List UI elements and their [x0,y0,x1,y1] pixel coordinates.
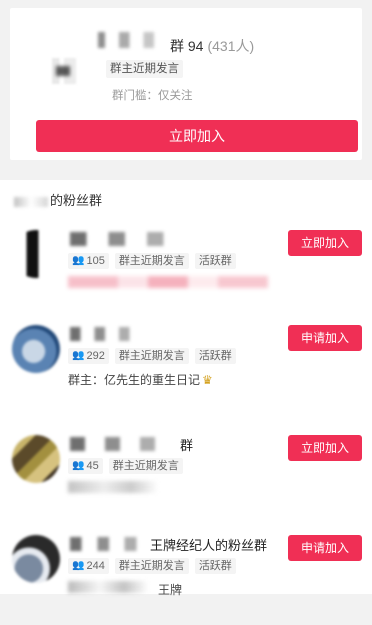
group-owner-text: 群主：亿先生的重生日记 [68,373,201,387]
people-icon: 👥 [72,255,85,266]
people-icon: 👥 [72,460,85,471]
blurred-group-name [98,32,168,48]
member-count: 45 [86,460,99,472]
group-owner-text: 王牌 [158,583,183,597]
member-count: (431人) [207,38,255,54]
owner-recent-post-tag: 群主近期发言 [106,60,183,78]
people-icon: 👥 [72,350,85,361]
group-name-text: 王牌经纪人的粉丝群 [150,538,268,553]
blurred-owner-line [68,581,148,593]
group-tags: 👥 45 群主近期发言 [68,458,183,474]
avatar [12,435,60,483]
tag-label: 群主近期发言 [108,458,183,474]
blurred-creator-name [14,196,48,207]
blurred-group-name [70,537,148,551]
avatar [12,325,60,373]
tag-label: 活跃群 [194,348,236,364]
group-name-text: 群 [180,438,194,453]
member-count: 292 [86,350,105,362]
join-now-button[interactable]: 立即加入 [36,120,358,152]
tag-label: 活跃群 [194,253,236,269]
join-now-button[interactable]: 立即加入 [288,435,362,461]
group-threshold-text: 群门槛：仅关注 [112,90,193,102]
apply-join-button[interactable]: 申请加入 [288,535,362,561]
crown-icon: ♛ [202,373,213,387]
group-owner-line: 群主：亿先生的重生日记 ♛ [68,371,213,388]
tag-label: 群主近期发言 [114,348,189,364]
section-title: 的粉丝群 [14,190,102,209]
blurred-group-name [70,232,180,246]
member-count: 244 [86,560,105,572]
group-tags: 👥 292 群主近期发言 活跃群 [68,348,236,364]
tag-label: 群主近期发言 [114,558,189,574]
list-item[interactable]: 王牌经纪人的粉丝群 👥 244 群主近期发言 活跃群 王牌 申请加入 [0,535,372,625]
list-item[interactable]: 👥 105 群主近期发言 活跃群 立即加入 [0,230,372,320]
list-item[interactable]: 👥 292 群主近期发言 活跃群 群主：亿先生的重生日记 ♛ 申请加入 [0,325,372,415]
blurred-group-name [70,437,170,451]
member-count-tag: 👥 244 [68,558,109,574]
member-count-tag: 👥 105 [68,253,109,269]
list-item[interactable]: 群 👥 45 群主近期发言 立即加入 [0,435,372,525]
tag-label: 活跃群 [194,558,236,574]
fan-group-list: 的粉丝群 👥 105 群主近期发言 活跃群 立即加入 👥 292 群主近期发言 活跃… [0,180,372,597]
blurred-owner-line [68,481,158,493]
avatar [12,535,60,583]
group-title-text: 群 94 [170,38,204,54]
people-icon: 👥 [72,560,85,571]
member-count: 105 [86,255,105,267]
join-now-button[interactable]: 立即加入 [288,230,362,256]
member-count-tag: 👥 45 [68,458,103,474]
avatar [12,230,60,278]
apply-join-button[interactable]: 申请加入 [288,325,362,351]
group-tags: 👥 244 群主近期发言 活跃群 [68,558,236,574]
blurred-owner-line [68,276,268,288]
group-avatar [46,58,76,84]
blurred-group-name [70,327,140,341]
group-title: 群 94 (431人) [170,36,254,56]
section-title-text: 的粉丝群 [50,193,103,208]
group-tags: 👥 105 群主近期发言 活跃群 [68,253,236,269]
tag-label: 群主近期发言 [114,253,189,269]
featured-group-card: 群 94 (431人) 群主近期发言 群门槛：仅关注 立即加入 [10,8,362,160]
member-count-tag: 👥 292 [68,348,109,364]
